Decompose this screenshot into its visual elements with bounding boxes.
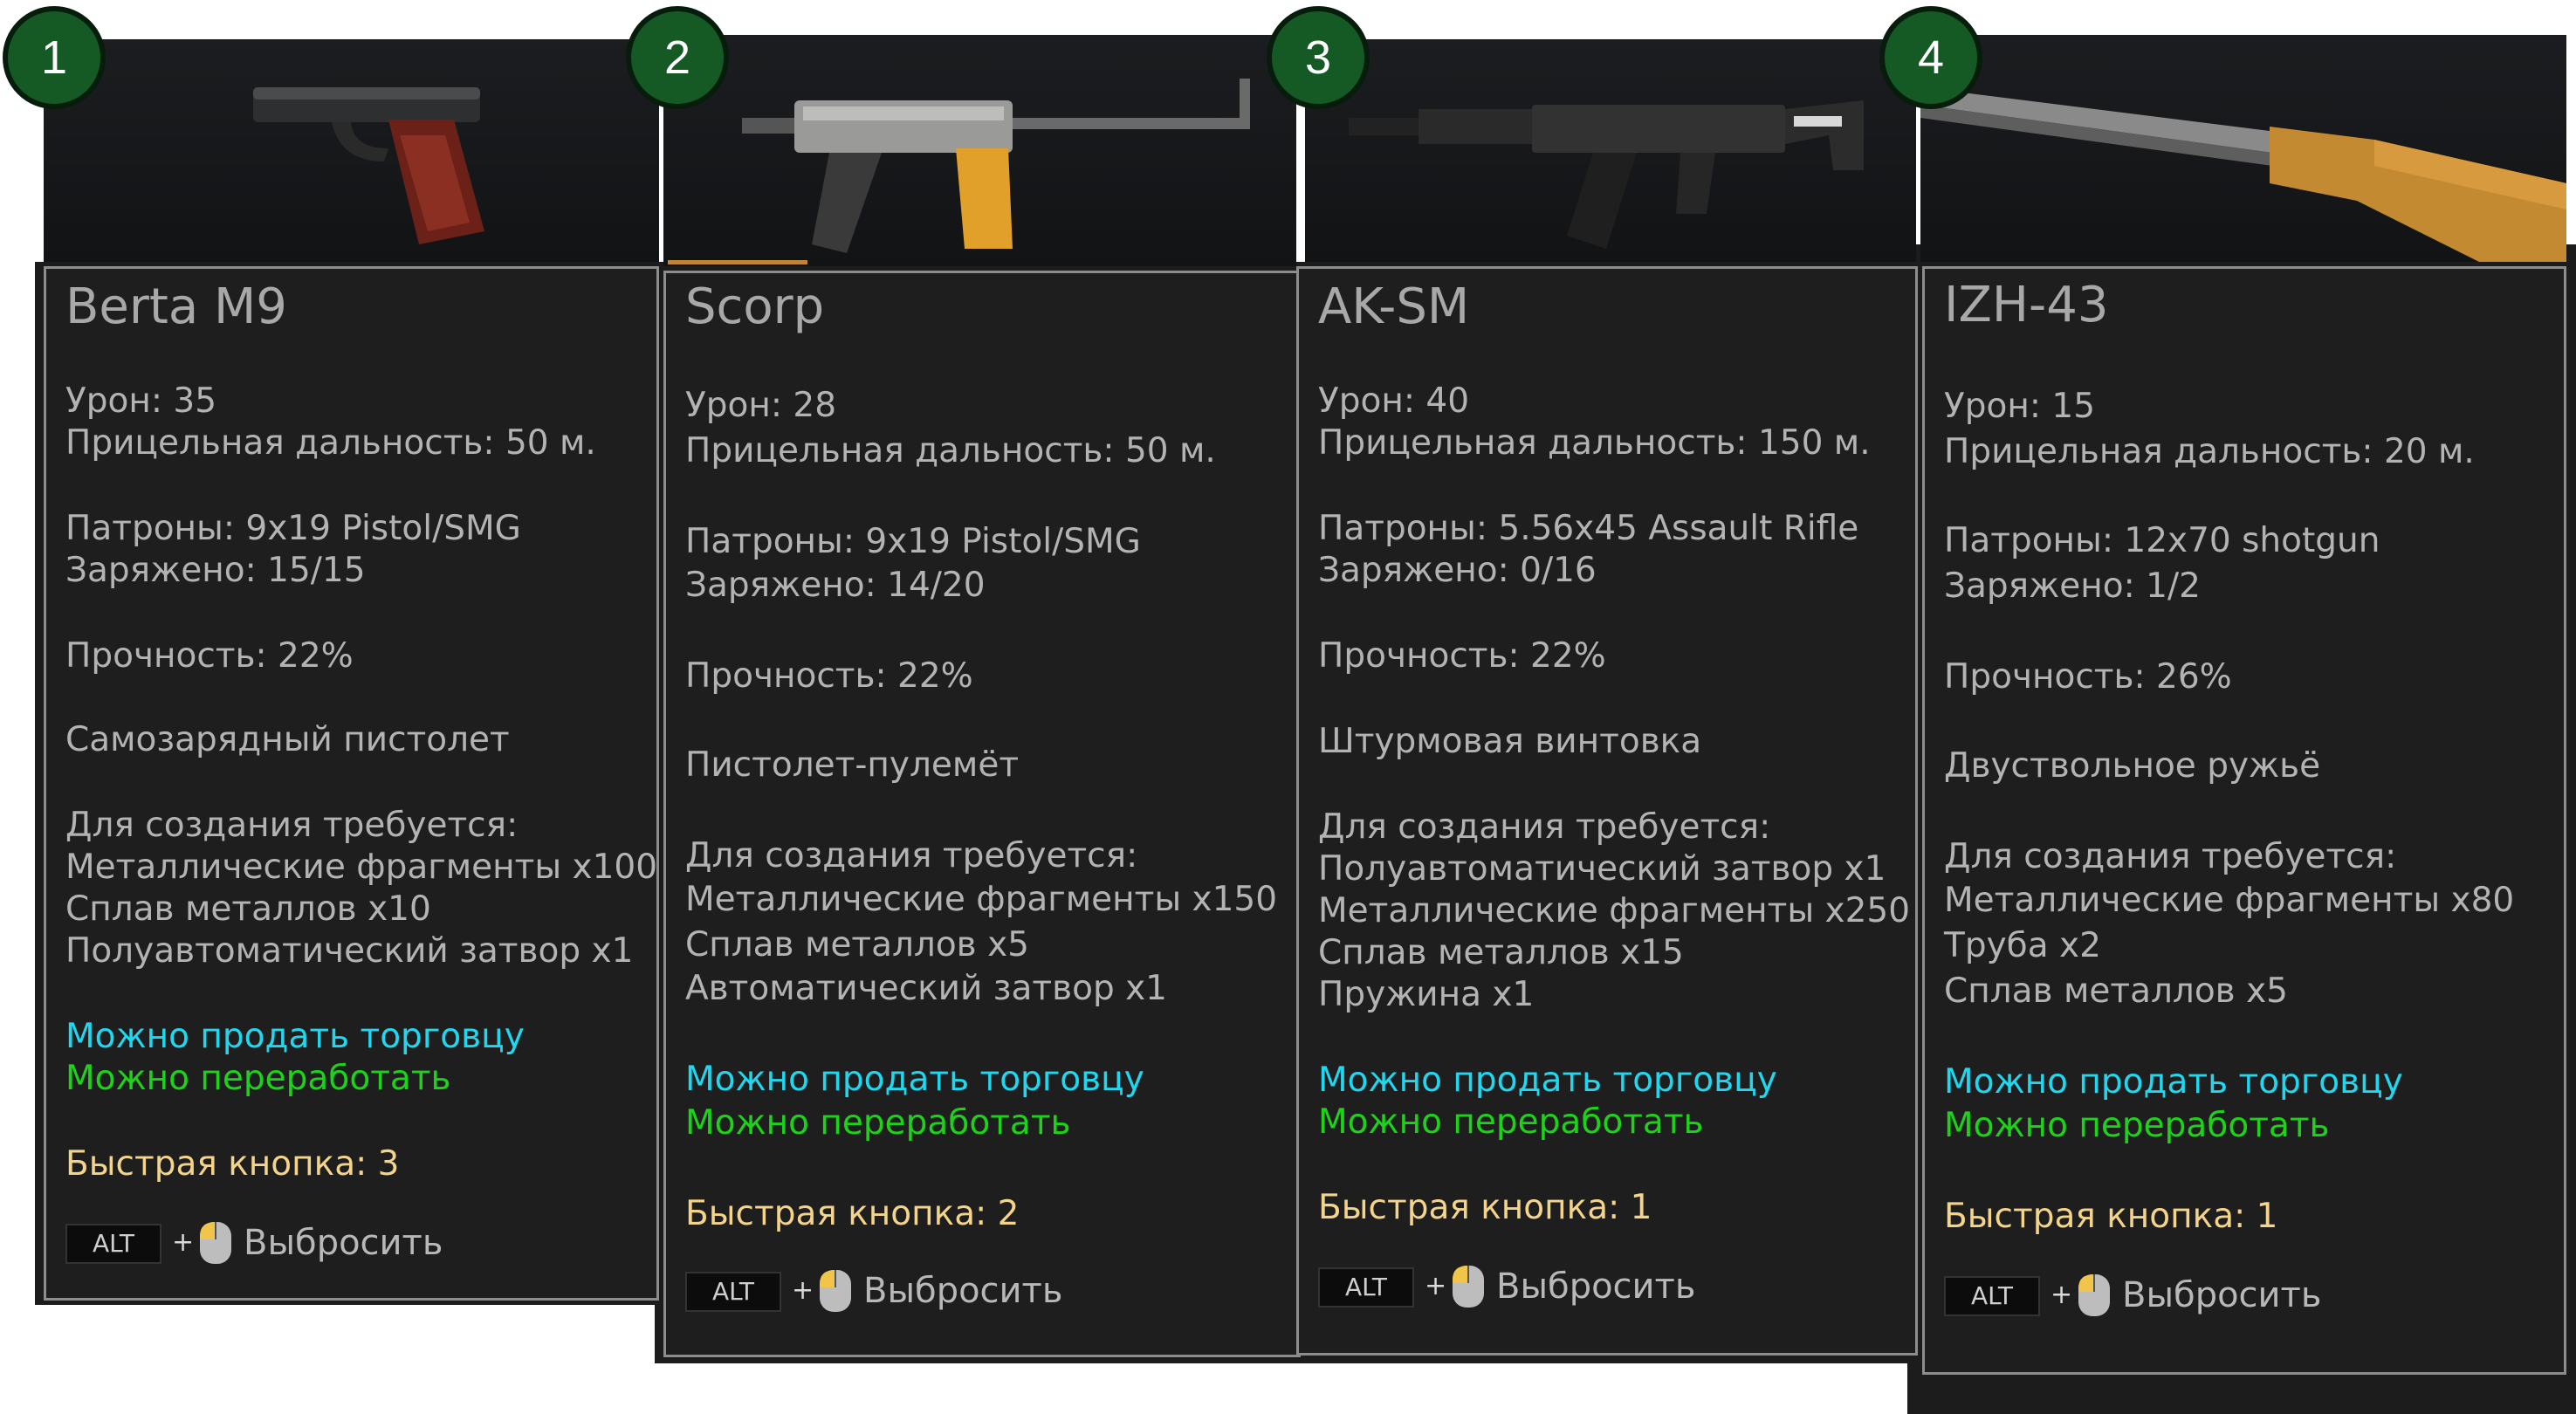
plus-sign: +	[792, 1275, 814, 1306]
sell-note: Можно продать торговцу	[685, 1060, 1144, 1099]
drop-label: Выбросить	[863, 1271, 1063, 1311]
plus-sign: +	[1425, 1271, 1447, 1301]
mouse-icon	[820, 1270, 851, 1312]
durability-stat: Прочность: 22%	[1318, 636, 1606, 676]
item-tooltip-card: Berta M9 Урон: 35 Прицельная дальность: …	[44, 266, 659, 1301]
drop-label: Выбросить	[1496, 1266, 1696, 1307]
recycle-note: Можно переработать	[65, 1059, 451, 1098]
damage-stat: Урон: 28	[685, 386, 837, 425]
craft-item: Автоматический затвор x1	[685, 969, 1167, 1008]
durability-stat: Прочность: 26%	[1944, 657, 2232, 697]
recycle-note: Можно переработать	[1318, 1102, 1704, 1142]
sell-note: Можно продать торговцу	[1318, 1060, 1777, 1100]
weapon-type: Штурмовая винтовка	[1318, 722, 1702, 761]
craft-item: Сплав металлов x15	[1318, 933, 1684, 972]
alt-key: ALT	[1318, 1267, 1414, 1308]
pistol-icon	[253, 87, 484, 244]
damage-stat: Урон: 35	[65, 381, 217, 421]
ammo-stat: Патроны: 5.56x45 Assault Rifle	[1318, 509, 1859, 548]
alt-key: ALT	[1944, 1276, 2040, 1316]
range-stat: Прицельная дальность: 20 м.	[1944, 432, 2475, 471]
item-name: Berta M9	[65, 278, 287, 335]
drop-action[interactable]: ALT + Выбросить	[1318, 1262, 1737, 1311]
weapon-type: Самозарядный пистолет	[65, 720, 510, 759]
sell-note: Можно продать торговцу	[1944, 1062, 2403, 1102]
card-number-badge: 1	[3, 6, 106, 109]
card-number-badge: 3	[1267, 6, 1370, 109]
durability-stat: Прочность: 22%	[685, 656, 973, 696]
mouse-icon	[200, 1222, 231, 1264]
hotkey-note: Быстрая кнопка: 2	[685, 1194, 1020, 1233]
drop-label: Выбросить	[244, 1223, 443, 1263]
smg-icon	[742, 79, 1250, 253]
drop-action[interactable]: ALT + Выбросить	[685, 1266, 1104, 1315]
card-number-badge: 2	[626, 6, 729, 109]
craft-item: Сплав металлов x10	[65, 889, 431, 929]
craft-item: Металлические фрагменты x80	[1944, 881, 2515, 920]
damage-stat: Урон: 15	[1944, 387, 2096, 426]
loaded-stat: Заряжено: 1/2	[1944, 566, 2201, 606]
recycle-note: Можно переработать	[685, 1103, 1071, 1143]
range-stat: Прицельная дальность: 50 м.	[65, 423, 596, 463]
drop-action[interactable]: ALT + Выбросить	[65, 1218, 484, 1267]
item-tooltip-card: AK-SM Урон: 40 Прицельная дальность: 150…	[1296, 266, 1918, 1356]
craft-item: Сплав металлов x5	[1944, 971, 2288, 1011]
craft-header: Для создания требуется:	[685, 836, 1138, 875]
drop-label: Выбросить	[2122, 1275, 2322, 1315]
weapon-banner-3	[1305, 39, 1916, 262]
recycle-note: Можно переработать	[1944, 1106, 2330, 1145]
weapon-type: Двуствольное ружьё	[1944, 746, 2321, 786]
ammo-stat: Патроны: 12x70 shotgun	[1944, 521, 2380, 560]
craft-header: Для создания требуется:	[1318, 807, 1771, 847]
craft-item: Сплав металлов x5	[685, 925, 1029, 964]
mouse-icon	[1453, 1266, 1484, 1308]
craft-item: Полуавтоматический затвор x1	[1318, 849, 1886, 889]
item-tooltip-card: Scorp Урон: 28 Прицельная дальность: 50 …	[663, 271, 1301, 1357]
rifle-icon	[1349, 100, 1864, 249]
plus-sign: +	[172, 1227, 195, 1258]
craft-header: Для создания требуется:	[65, 806, 519, 845]
craft-header: Для создания требуется:	[1944, 837, 2397, 876]
item-name: IZH-43	[1944, 277, 2109, 333]
alt-key: ALT	[685, 1272, 781, 1312]
range-stat: Прицельная дальность: 150 м.	[1318, 423, 1871, 463]
alt-key: ALT	[65, 1224, 161, 1264]
drop-action[interactable]: ALT + Выбросить	[1944, 1271, 2363, 1320]
weapon-banner-4	[1920, 35, 2566, 262]
item-tooltip-card: IZH-43 Урон: 15 Прицельная дальность: 20…	[1922, 266, 2566, 1375]
card-number-badge: 4	[1879, 6, 1982, 109]
hotkey-note: Быстрая кнопка: 3	[65, 1144, 400, 1184]
shotgun-icon	[1920, 87, 2566, 262]
hotkey-note: Быстрая кнопка: 1	[1944, 1197, 2278, 1236]
durability-stat: Прочность: 22%	[65, 636, 354, 676]
plus-sign: +	[2050, 1280, 2073, 1310]
craft-item: Металлические фрагменты x150	[685, 880, 1278, 919]
sell-note: Можно продать торговцу	[65, 1017, 525, 1056]
hotkey-note: Быстрая кнопка: 1	[1318, 1188, 1652, 1227]
item-name: AK-SM	[1318, 278, 1470, 335]
damage-stat: Урон: 40	[1318, 381, 1470, 421]
craft-item: Пружина x1	[1318, 975, 1535, 1014]
weapon-banner-2	[663, 35, 1296, 266]
weapon-type: Пистолет-пулемёт	[685, 745, 1020, 785]
range-stat: Прицельная дальность: 50 м.	[685, 431, 1216, 470]
ammo-stat: Патроны: 9x19 Pistol/SMG	[65, 509, 521, 548]
craft-item: Полуавтоматический затвор x1	[65, 931, 634, 971]
ammo-stat: Патроны: 9x19 Pistol/SMG	[685, 522, 1141, 561]
weapon-banner-1	[44, 39, 659, 262]
loaded-stat: Заряжено: 14/20	[685, 566, 986, 605]
item-name: Scorp	[685, 278, 825, 335]
mouse-icon	[2078, 1274, 2110, 1316]
loaded-stat: Заряжено: 15/15	[65, 551, 366, 590]
loaded-stat: Заряжено: 0/16	[1318, 551, 1597, 590]
craft-item: Металлические фрагменты x250	[1318, 891, 1911, 930]
craft-item: Труба x2	[1944, 926, 2101, 965]
selection-accent	[668, 260, 807, 264]
craft-item: Металлические фрагменты x100	[65, 848, 658, 887]
